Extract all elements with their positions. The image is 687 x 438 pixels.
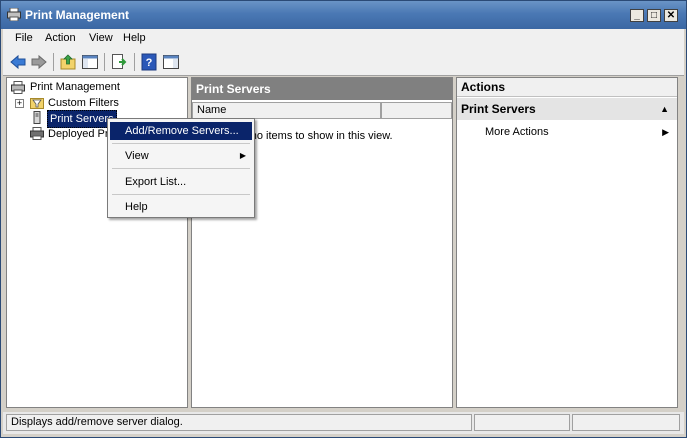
collapse-arrow-icon[interactable]: ▲ [660, 98, 669, 120]
toolbar-separator [104, 53, 105, 71]
window-title: Print Management [25, 8, 130, 22]
toolbar: ? [3, 49, 684, 76]
deployed-printer-icon [30, 127, 44, 140]
menu-help[interactable]: Help [123, 32, 146, 44]
forward-arrow-icon[interactable] [30, 53, 48, 71]
filter-folder-icon [30, 98, 44, 109]
print-management-icon [11, 81, 25, 94]
actions-title: Actions [457, 78, 677, 97]
svg-text:?: ? [146, 57, 153, 69]
up-folder-icon[interactable] [59, 53, 77, 71]
more-actions-arrow-icon[interactable]: ▶ [662, 127, 669, 138]
menu-separator [112, 168, 250, 169]
status-cell-3 [572, 414, 680, 431]
actions-pane: Actions Print Servers ▲ More Actions ▶ [456, 77, 678, 408]
toolbar-separator [53, 53, 54, 71]
menu-item-view[interactable]: View ▶ [110, 147, 252, 165]
back-arrow-icon[interactable] [9, 53, 27, 71]
toolbar-separator [134, 53, 135, 71]
menu-separator [112, 143, 250, 144]
show-hide-action-pane-icon[interactable] [162, 53, 180, 71]
menu-item-export-list[interactable]: Export List... [110, 173, 252, 191]
close-button[interactable]: ✕ [664, 9, 678, 22]
main-window: Print Management _ □ ✕ File Action View … [0, 0, 687, 438]
submenu-arrow-icon: ▶ [239, 151, 246, 160]
show-hide-tree-icon[interactable] [81, 53, 99, 71]
export-list-icon[interactable] [110, 53, 128, 71]
tree-item-print-management[interactable]: Print Management [30, 79, 120, 95]
status-text: Displays add/remove server dialog. [6, 414, 472, 431]
title-bar[interactable]: Print Management _ □ ✕ [1, 1, 686, 29]
actions-section-print-servers[interactable]: Print Servers ▲ [457, 98, 677, 120]
tree-item-custom-filters[interactable]: Custom Filters [48, 95, 119, 111]
status-bar: Displays add/remove server dialog. [3, 412, 684, 434]
menu-item-help[interactable]: Help [110, 198, 252, 216]
menu-separator [112, 194, 250, 195]
printer-app-icon [7, 8, 21, 21]
minimize-button[interactable]: _ [630, 9, 644, 22]
column-header-name[interactable]: Name [192, 102, 381, 119]
server-icon [33, 111, 41, 124]
maximize-button[interactable]: □ [647, 9, 661, 22]
more-actions-link[interactable]: More Actions [485, 126, 549, 138]
menu-view[interactable]: View [89, 32, 113, 44]
menu-bar: File Action View Help [3, 29, 684, 49]
menu-action[interactable]: Action [45, 32, 76, 44]
menu-file[interactable]: File [15, 32, 33, 44]
actions-section-label: Print Servers [461, 102, 536, 116]
menu-item-view-label: View [125, 150, 149, 162]
results-pane-title: Print Servers [192, 78, 452, 100]
help-icon[interactable]: ? [140, 53, 158, 71]
expand-toggle[interactable]: + [15, 99, 24, 108]
menu-item-add-remove-servers[interactable]: Add/Remove Servers... [110, 122, 252, 140]
context-menu: Add/Remove Servers... View ▶ Export List… [107, 118, 255, 218]
column-header-blank[interactable] [381, 102, 452, 119]
status-cell-2 [474, 414, 570, 431]
